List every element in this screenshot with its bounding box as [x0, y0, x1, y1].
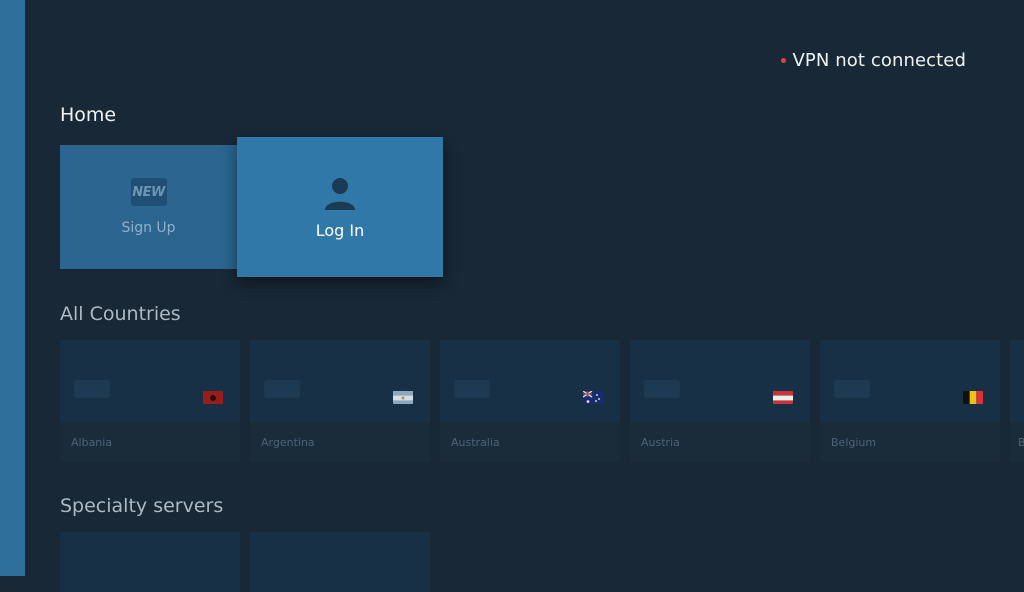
- map-placeholder-icon: [834, 380, 870, 398]
- map-placeholder-icon: [74, 380, 110, 398]
- argentina-flag-icon: [393, 390, 413, 404]
- new-badge-icon: NEW: [130, 178, 167, 206]
- country-name: Belgium: [831, 436, 877, 449]
- map-placeholder-icon: [454, 380, 490, 398]
- country-card-partial[interactable]: B: [1010, 340, 1024, 462]
- specialty-card[interactable]: [250, 532, 430, 592]
- all-countries-title: All Countries: [60, 303, 181, 325]
- country-card-belgium[interactable]: Belgium: [820, 340, 1000, 462]
- albania-flag-icon: [203, 390, 223, 404]
- sign-up-label: Sign Up: [121, 220, 176, 236]
- specialty-servers-title: Specialty servers: [60, 495, 224, 517]
- log-in-label: Log In: [315, 220, 365, 240]
- map-placeholder-icon: [644, 380, 680, 398]
- belgium-flag-icon: [963, 390, 983, 404]
- status-dot-icon: [781, 57, 787, 63]
- country-name: Argentina: [261, 436, 315, 449]
- country-name: Albania: [71, 436, 113, 449]
- country-name: B: [1018, 436, 1024, 449]
- user-icon: [325, 177, 355, 210]
- vpn-status: VPN not connected: [781, 48, 966, 72]
- country-card-australia[interactable]: Australia: [440, 340, 620, 462]
- log-in-tile[interactable]: Log In: [237, 137, 443, 277]
- home-section-title: Home: [60, 104, 117, 126]
- left-rail: [0, 0, 25, 576]
- country-name: Austria: [641, 436, 680, 449]
- country-card-austria[interactable]: Austria: [630, 340, 810, 462]
- specialty-card[interactable]: [60, 532, 240, 592]
- vpn-status-text: VPN not connected: [792, 49, 966, 71]
- sign-up-tile[interactable]: NEW Sign Up: [60, 145, 237, 269]
- country-card-albania[interactable]: Albania: [60, 340, 240, 462]
- countries-row: Albania Argentina Australia Austria Belg…: [60, 340, 1024, 462]
- country-card-argentina[interactable]: Argentina: [250, 340, 430, 462]
- austria-flag-icon: [773, 390, 793, 404]
- country-name: Australia: [451, 436, 500, 449]
- map-placeholder-icon: [264, 380, 300, 398]
- australia-flag-icon: [583, 390, 603, 404]
